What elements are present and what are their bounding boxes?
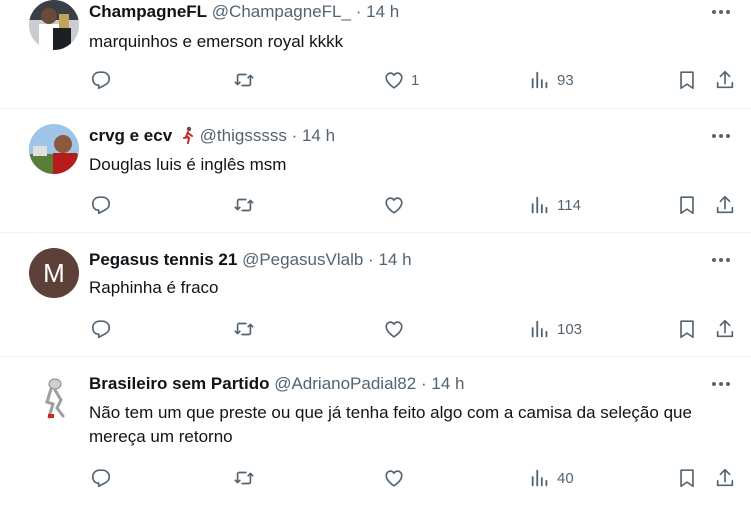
tweet-text: Douglas luis é inglês msm <box>89 155 287 174</box>
reply-button[interactable] <box>90 65 112 95</box>
bookmark-icon <box>680 320 694 339</box>
tweet-actions: 103 <box>0 314 751 344</box>
avatar[interactable] <box>29 124 79 174</box>
tweet-header: crvg e ecv @thigsssss · 14 h <box>89 125 335 147</box>
avatar-photo <box>29 372 79 422</box>
bookmark-icon <box>680 71 694 90</box>
bookmark-icon <box>680 469 694 488</box>
tweet-header: Pegasus tennis 21 @PegasusVlalb · 14 h <box>89 249 412 271</box>
share-button[interactable] <box>714 190 736 220</box>
user-handle[interactable]: @ChampagneFL_ <box>212 2 351 21</box>
views-button[interactable]: 114 <box>529 190 581 220</box>
user-handle[interactable]: @thigsssss <box>200 126 287 145</box>
reply-button[interactable] <box>90 314 112 344</box>
views-icon <box>531 71 548 89</box>
avatar[interactable]: M <box>29 248 79 298</box>
retweet-icon <box>234 471 254 485</box>
more-icon[interactable] <box>709 374 733 394</box>
timestamp[interactable]: 14 h <box>431 374 464 393</box>
retweet-button[interactable] <box>233 463 255 493</box>
bookmark-icon <box>680 196 694 215</box>
avatar-photo <box>29 124 79 174</box>
timestamp[interactable]: 14 h <box>366 2 399 21</box>
like-icon <box>385 72 403 89</box>
reply-icon <box>91 320 111 339</box>
view-count: 103 <box>557 320 583 338</box>
like-button[interactable] <box>383 463 411 493</box>
view-count: 114 <box>557 196 581 214</box>
avatar-letter: M <box>43 258 65 288</box>
like-button[interactable] <box>383 190 411 220</box>
reply-icon <box>91 71 111 90</box>
display-name[interactable]: Brasileiro sem Partido <box>89 374 269 393</box>
display-name[interactable]: crvg e ecv <box>89 126 172 145</box>
views-button[interactable]: 40 <box>529 463 574 493</box>
like-button[interactable]: 1 <box>383 65 419 95</box>
view-count: 93 <box>557 71 574 89</box>
separator-dot: · <box>355 2 362 21</box>
views-button[interactable]: 93 <box>529 65 574 95</box>
share-button[interactable] <box>714 65 736 95</box>
more-icon[interactable] <box>709 2 733 22</box>
share-button[interactable] <box>714 314 736 344</box>
share-icon <box>716 70 734 89</box>
retweet-icon <box>234 322 254 336</box>
tweet-header: ChampagneFL @ChampagneFL_ · 14 h <box>89 1 399 23</box>
tweet-text: Raphinha é fraco <box>89 278 219 297</box>
timestamp[interactable]: 14 h <box>302 126 335 145</box>
like-button[interactable] <box>383 314 411 344</box>
user-handle[interactable]: @PegasusVlalb <box>242 250 363 269</box>
share-icon <box>716 195 734 214</box>
reply-icon <box>91 196 111 215</box>
tweet[interactable]: M Pegasus tennis 21 @PegasusVlalb · 14 h… <box>0 232 751 357</box>
tweet-text: Não tem um que preste ou que já tenha fe… <box>89 403 692 446</box>
more-icon[interactable] <box>709 126 733 146</box>
dancer-emoji-icon <box>182 126 193 144</box>
more-icon[interactable] <box>709 250 733 270</box>
share-icon <box>716 468 734 487</box>
separator-dot: · <box>291 126 298 145</box>
separator-dot: · <box>420 374 427 393</box>
tweet[interactable]: ChampagneFL @ChampagneFL_ · 14 h marquin… <box>0 0 751 109</box>
view-count: 40 <box>557 469 574 487</box>
reply-button[interactable] <box>90 463 112 493</box>
timestamp[interactable]: 14 h <box>378 250 411 269</box>
tweet-text: marquinhos e emerson royal kkkk <box>89 32 344 51</box>
avatar[interactable] <box>29 372 79 422</box>
bookmark-button[interactable] <box>676 314 698 344</box>
avatar[interactable] <box>29 0 79 50</box>
like-count: 1 <box>411 71 420 89</box>
like-icon <box>385 470 403 487</box>
tweet-actions: 40 <box>0 463 751 493</box>
separator-dot: · <box>368 250 374 269</box>
display-name[interactable]: ChampagneFL <box>89 2 207 21</box>
retweet-button[interactable] <box>233 190 255 220</box>
bookmark-button[interactable] <box>676 65 698 95</box>
views-icon <box>531 469 548 487</box>
retweet-icon <box>234 73 254 87</box>
bookmark-button[interactable] <box>676 463 698 493</box>
tweet[interactable]: crvg e ecv @thigsssss · 14 h Douglas lui… <box>0 108 751 233</box>
views-icon <box>531 196 548 214</box>
reply-icon <box>91 469 111 488</box>
share-icon <box>716 319 734 338</box>
avatar-photo <box>29 0 79 50</box>
display-name[interactable]: Pegasus tennis 21 <box>89 250 237 269</box>
tweet-actions: 1 93 <box>0 65 751 95</box>
tweet[interactable]: Brasileiro sem Partido @AdrianoPadial82 … <box>0 356 751 506</box>
user-handle[interactable]: @AdrianoPadial82 <box>274 374 416 393</box>
views-icon <box>531 320 548 338</box>
views-button[interactable]: 103 <box>529 314 582 344</box>
like-icon <box>385 197 403 214</box>
retweet-button[interactable] <box>233 314 255 344</box>
reply-button[interactable] <box>90 190 112 220</box>
like-icon <box>385 321 403 338</box>
bookmark-button[interactable] <box>676 190 698 220</box>
retweet-icon <box>234 198 254 212</box>
share-button[interactable] <box>714 463 736 493</box>
tweet-actions: 114 <box>0 190 751 220</box>
retweet-button[interactable] <box>233 65 255 95</box>
tweet-header: Brasileiro sem Partido @AdrianoPadial82 … <box>89 373 464 395</box>
